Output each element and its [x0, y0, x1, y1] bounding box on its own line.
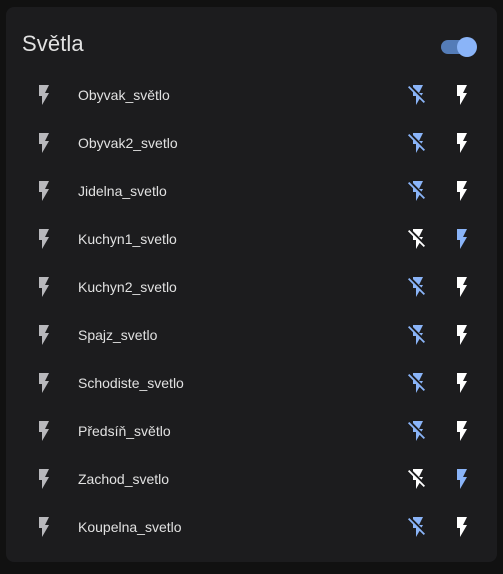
entity-list: Obyvak_světlo Obyvak2_svetlo Jidelna_svetl… — [6, 71, 497, 551]
entity-name[interactable]: Schodiste_svetlo — [78, 375, 184, 391]
flash-off-icon — [406, 179, 430, 203]
turn-on-button[interactable] — [446, 271, 478, 303]
flash-icon — [450, 179, 474, 203]
turn-on-button[interactable] — [446, 415, 478, 447]
flash-icon[interactable] — [32, 323, 56, 347]
turn-on-button[interactable] — [446, 319, 478, 351]
flash-off-icon — [406, 419, 430, 443]
flash-icon[interactable] — [32, 275, 56, 299]
header-toggle-switch[interactable] — [441, 35, 477, 57]
entity-row: Předsíň_světlo — [6, 407, 497, 455]
flash-icon[interactable] — [32, 227, 56, 251]
flash-icon — [450, 419, 474, 443]
entity-row: Kuchyn2_svetlo — [6, 263, 497, 311]
flash-icon[interactable] — [32, 467, 56, 491]
flash-icon — [450, 371, 474, 395]
entity-row: Koupelna_svetlo — [6, 503, 497, 551]
entity-name[interactable]: Obyvak_světlo — [78, 87, 170, 103]
turn-off-button[interactable] — [402, 79, 434, 111]
turn-on-button[interactable] — [446, 223, 478, 255]
turn-off-button[interactable] — [402, 127, 434, 159]
toggle-thumb — [457, 37, 477, 57]
entity-name[interactable]: Předsíň_světlo — [78, 423, 171, 439]
flash-icon[interactable] — [32, 83, 56, 107]
turn-off-button[interactable] — [402, 463, 434, 495]
entity-row: Zachod_svetlo — [6, 455, 497, 503]
flash-off-icon — [406, 275, 430, 299]
entity-name[interactable]: Koupelna_svetlo — [78, 519, 182, 535]
turn-off-button[interactable] — [402, 223, 434, 255]
flash-off-icon — [406, 467, 430, 491]
card-title: Světla — [22, 31, 84, 56]
flash-off-icon — [406, 227, 430, 251]
flash-icon — [450, 275, 474, 299]
entity-name[interactable]: Kuchyn2_svetlo — [78, 279, 177, 295]
entity-name[interactable]: Kuchyn1_svetlo — [78, 231, 177, 247]
entity-row: Obyvak2_svetlo — [6, 119, 497, 167]
turn-on-button[interactable] — [446, 367, 478, 399]
turn-on-button[interactable] — [446, 79, 478, 111]
entity-name[interactable]: Obyvak2_svetlo — [78, 135, 178, 151]
entity-row: Schodiste_svetlo — [6, 359, 497, 407]
flash-off-icon — [406, 515, 430, 539]
flash-icon — [450, 467, 474, 491]
flash-icon[interactable] — [32, 515, 56, 539]
flash-icon[interactable] — [32, 179, 56, 203]
turn-off-button[interactable] — [402, 367, 434, 399]
turn-on-button[interactable] — [446, 463, 478, 495]
entity-row: Jidelna_svetlo — [6, 167, 497, 215]
flash-icon — [450, 83, 474, 107]
turn-on-button[interactable] — [446, 127, 478, 159]
flash-icon[interactable] — [32, 419, 56, 443]
turn-off-button[interactable] — [402, 415, 434, 447]
entity-row: Spajz_svetlo — [6, 311, 497, 359]
flash-off-icon — [406, 83, 430, 107]
entity-name[interactable]: Zachod_svetlo — [78, 471, 169, 487]
flash-icon — [450, 323, 474, 347]
turn-off-button[interactable] — [402, 271, 434, 303]
flash-icon[interactable] — [32, 131, 56, 155]
flash-icon — [450, 515, 474, 539]
flash-icon[interactable] — [32, 371, 56, 395]
flash-off-icon — [406, 131, 430, 155]
turn-on-button[interactable] — [446, 511, 478, 543]
entity-name[interactable]: Spajz_svetlo — [78, 327, 157, 343]
entity-row: Obyvak_světlo — [6, 71, 497, 119]
entities-card: Světla Obyvak_světlo Obyvak2_svetlo Jideln… — [6, 7, 497, 562]
flash-icon — [450, 131, 474, 155]
entity-name[interactable]: Jidelna_svetlo — [78, 183, 167, 199]
flash-off-icon — [406, 323, 430, 347]
entity-row: Kuchyn1_svetlo — [6, 215, 497, 263]
turn-off-button[interactable] — [402, 319, 434, 351]
turn-on-button[interactable] — [446, 175, 478, 207]
card-header: Světla — [6, 7, 497, 79]
flash-off-icon — [406, 371, 430, 395]
turn-off-button[interactable] — [402, 175, 434, 207]
flash-icon — [450, 227, 474, 251]
turn-off-button[interactable] — [402, 511, 434, 543]
